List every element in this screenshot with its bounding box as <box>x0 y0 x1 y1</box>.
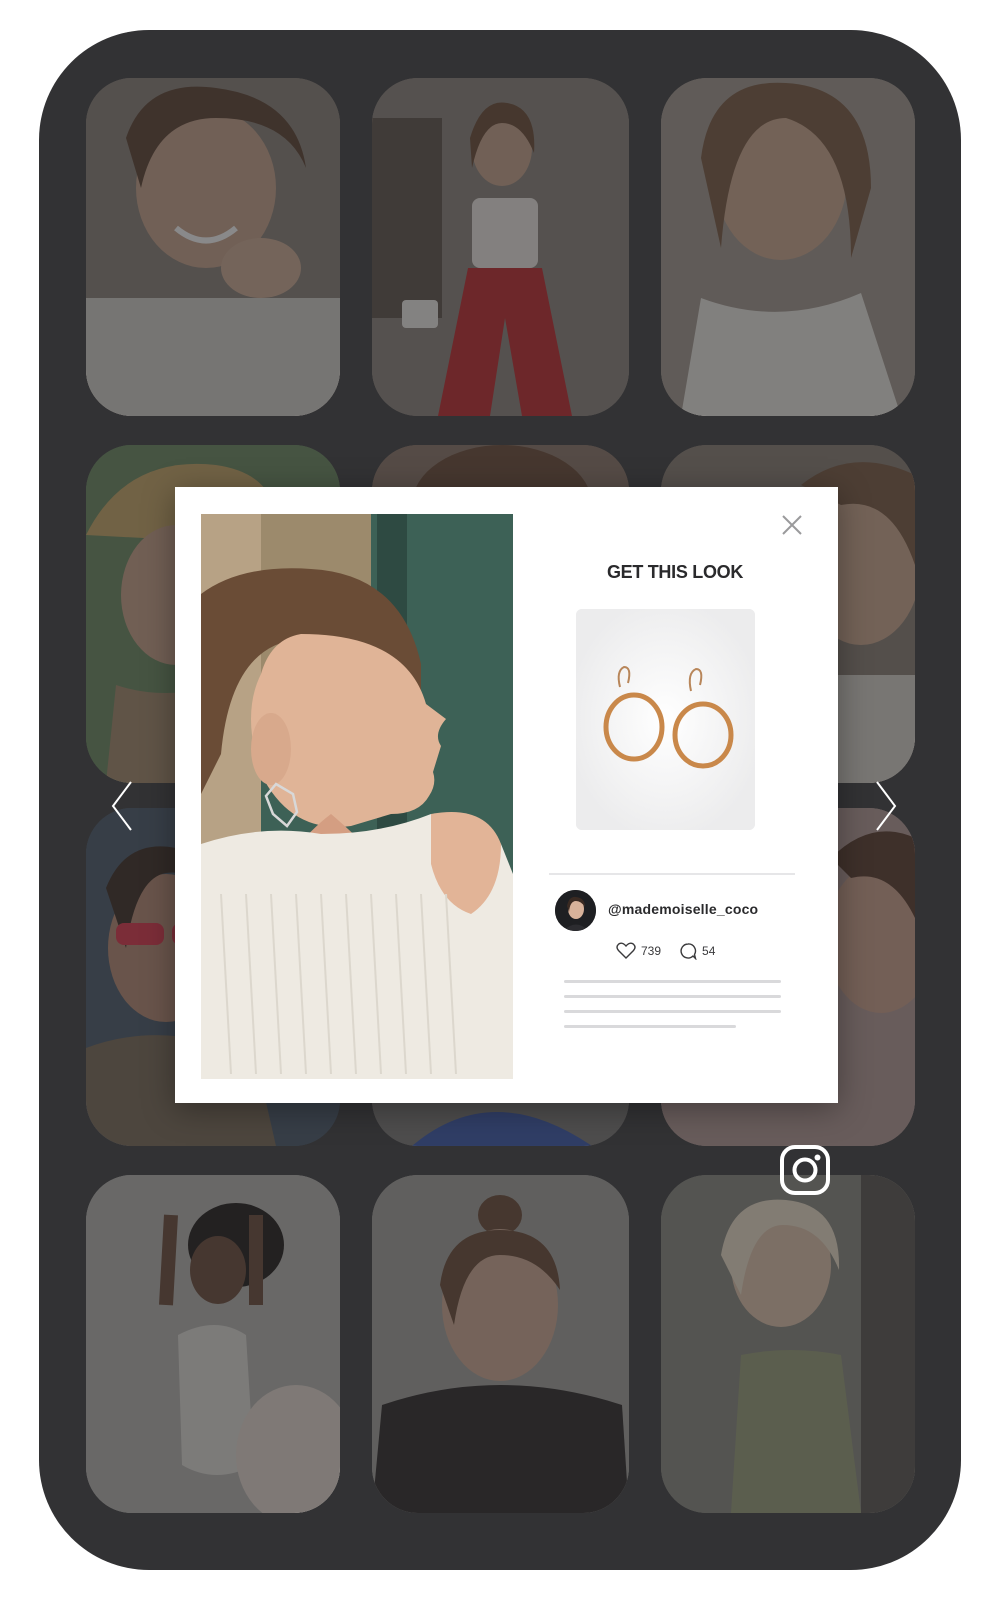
author-handle[interactable]: @mademoiselle_coco <box>608 901 758 917</box>
featured-post-photo <box>201 514 513 1079</box>
post-stats: 739 54 <box>616 940 715 962</box>
grid-photo-2[interactable] <box>372 78 629 416</box>
caption-placeholder-line <box>564 1025 736 1028</box>
caption-placeholder-line <box>564 995 781 998</box>
section-divider <box>549 873 795 875</box>
author-avatar[interactable] <box>555 890 596 931</box>
heart-icon <box>616 942 636 959</box>
get-this-look-modal: GET THIS LOOK @mademoiselle_coco 739 54 <box>175 487 838 1103</box>
comment-icon <box>680 943 697 960</box>
grid-photo-11[interactable] <box>372 1175 629 1513</box>
chevron-left-icon[interactable] <box>103 778 139 834</box>
grid-photo-10[interactable] <box>86 1175 340 1513</box>
earrings-image <box>576 609 755 830</box>
chevron-right-icon[interactable] <box>869 778 905 834</box>
like-button[interactable]: 739 <box>616 942 661 960</box>
caption-placeholder-line <box>564 980 781 983</box>
instagram-icon <box>779 1144 831 1196</box>
close-icon[interactable] <box>781 514 803 536</box>
comments-count: 54 <box>702 944 716 958</box>
product-card[interactable] <box>576 609 755 830</box>
grid-photo-3[interactable] <box>661 78 915 416</box>
likes-count: 739 <box>641 944 662 958</box>
caption-placeholder-line <box>564 1010 781 1013</box>
look-title: GET THIS LOOK <box>606 562 744 582</box>
grid-photo-12[interactable] <box>661 1175 915 1513</box>
grid-photo-1[interactable] <box>86 78 340 416</box>
comment-button[interactable]: 54 <box>679 942 715 960</box>
